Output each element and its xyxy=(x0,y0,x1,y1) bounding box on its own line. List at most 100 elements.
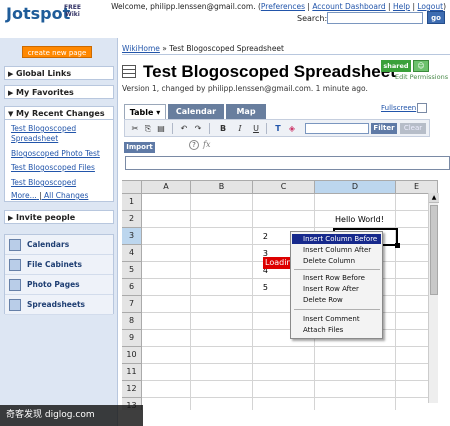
column-header-b[interactable]: B xyxy=(191,181,253,194)
vertical-scrollbar[interactable]: ▲ xyxy=(428,193,439,403)
breadcrumb: WikiHome » Test Blogoscoped Spreadsheet xyxy=(122,44,284,53)
formula-bar[interactable] xyxy=(125,156,450,170)
breadcrumb-home-link[interactable]: WikiHome xyxy=(122,44,160,53)
sidebar-item-spreadsheets[interactable]: Spreadsheets xyxy=(5,295,113,315)
cell-d2[interactable]: Hello World! xyxy=(335,215,384,224)
sidebar-section-label: My Favorites xyxy=(16,88,74,97)
edit-permissions-link[interactable]: Edit Permissions xyxy=(395,73,448,81)
spreadsheet-grid[interactable]: A B C D E 1 2 3 4 5 6 7 8 9 10 11 12 13 … xyxy=(122,180,438,410)
column-header-c[interactable]: C xyxy=(253,181,315,194)
undo-icon[interactable]: ↶ xyxy=(178,123,190,134)
toolbar-separator xyxy=(172,123,173,134)
row-header[interactable]: 1 xyxy=(122,194,142,211)
clear-button[interactable]: Clear xyxy=(400,123,426,134)
fill-handle[interactable] xyxy=(395,243,400,248)
grid-corner[interactable] xyxy=(122,181,142,194)
more-label[interactable]: More... xyxy=(11,191,37,200)
sidebar-item-label: Photo Pages xyxy=(27,280,80,289)
search-go-button[interactable]: go xyxy=(427,11,445,24)
row-header[interactable]: 6 xyxy=(122,279,142,296)
jotspot-logo[interactable]: Jotspot FREE Wiki xyxy=(6,4,81,30)
row-header[interactable]: 3 xyxy=(122,228,142,245)
column-header-a[interactable]: A xyxy=(142,181,191,194)
row-header[interactable]: 10 xyxy=(122,347,142,364)
account-dashboard-link[interactable]: Account Dashboard xyxy=(312,2,385,11)
sidebar-my-recent-changes[interactable]: ▼ My Recent Changes xyxy=(4,106,114,120)
search-input[interactable] xyxy=(327,12,423,24)
preferences-link[interactable]: Preferences xyxy=(261,2,305,11)
tab-table[interactable]: Table ▾ xyxy=(124,104,166,119)
cell-b6[interactable]: 5 xyxy=(260,283,268,292)
filter-button[interactable]: Filter xyxy=(371,123,397,134)
create-new-page-button[interactable]: create new page xyxy=(22,46,92,58)
page-root: Jotspot FREE Wiki Welcome, philipp.lenss… xyxy=(0,0,450,426)
sidebar-item-label: Calendars xyxy=(27,240,70,249)
row-header[interactable]: 4 xyxy=(122,245,142,262)
sidebar-section-label: Global Links xyxy=(16,69,72,78)
row-header[interactable]: 7 xyxy=(122,296,142,313)
menu-item-delete-row[interactable]: Delete Row xyxy=(292,295,381,305)
header: Jotspot FREE Wiki Welcome, philipp.lenss… xyxy=(0,0,450,38)
fill-color-icon[interactable]: ◈ xyxy=(286,123,298,134)
sidebar-item-photo-pages[interactable]: Photo Pages xyxy=(5,275,113,295)
recent-link[interactable]: Test Blogoscoped Files xyxy=(11,163,95,172)
menu-item-attach-files[interactable]: Attach Files xyxy=(292,325,381,335)
tab-map[interactable]: Map xyxy=(226,104,266,119)
column-header-d[interactable]: D xyxy=(315,181,396,194)
grid-line xyxy=(395,194,396,410)
scrollbar-thumb[interactable] xyxy=(430,205,438,295)
sidebar-my-favorites[interactable]: ▶ My Favorites xyxy=(4,85,114,99)
italic-button[interactable]: I xyxy=(234,123,246,134)
menu-item-insert-column-before[interactable]: Insert Column Before xyxy=(292,234,381,244)
menu-item-insert-column-after[interactable]: Insert Column After xyxy=(292,245,381,255)
menu-item-insert-comment[interactable]: Insert Comment xyxy=(292,314,381,324)
logout-link[interactable]: Logout xyxy=(417,2,443,11)
row-header[interactable]: 5 xyxy=(122,262,142,279)
all-changes-link[interactable]: All Changes xyxy=(44,191,88,200)
recent-link[interactable]: Test Blogoscoped xyxy=(11,124,76,133)
row-header[interactable]: 11 xyxy=(122,364,142,381)
cut-icon[interactable]: ✂ xyxy=(129,123,141,134)
breadcrumb-divider xyxy=(122,54,450,55)
menu-item-insert-row-after[interactable]: Insert Row After xyxy=(292,284,381,294)
cell-b3[interactable]: 2 xyxy=(260,232,268,241)
more-link: More... | All Changes xyxy=(11,191,88,200)
expand-arrow-icon: ▶ xyxy=(8,214,14,222)
sidebar-invite-people[interactable]: ▶ Invite people xyxy=(4,210,114,224)
row-header[interactable]: 8 xyxy=(122,313,142,330)
row-header[interactable]: 2 xyxy=(122,211,142,228)
bold-button[interactable]: B xyxy=(217,123,229,134)
fullscreen-link[interactable]: Fullscreen xyxy=(381,104,416,112)
sidebar-global-links[interactable]: ▶ Global Links xyxy=(4,66,114,80)
help-icon[interactable]: ? xyxy=(189,140,199,150)
sidebar-item-calendars[interactable]: Calendars xyxy=(5,235,113,255)
copy-icon[interactable]: ⎘ xyxy=(142,123,154,134)
menu-item-delete-column[interactable]: Delete Column xyxy=(292,256,381,266)
text-color-icon[interactable]: T xyxy=(272,123,284,134)
help-link[interactable]: Help xyxy=(393,2,410,11)
row-header[interactable]: 9 xyxy=(122,330,142,347)
paste-icon[interactable]: ▤ xyxy=(155,123,167,134)
menu-item-insert-row-before[interactable]: Insert Row Before xyxy=(292,273,381,283)
recent-link[interactable]: Spreadsheet xyxy=(11,134,58,143)
recent-link[interactable]: Test Blogoscoped xyxy=(11,178,76,187)
underline-button[interactable]: U xyxy=(250,123,262,134)
shared-badge[interactable]: shared xyxy=(381,60,411,72)
row-header[interactable]: 12 xyxy=(122,381,142,398)
tab-calendar[interactable]: Calendar xyxy=(168,104,224,119)
grid-line xyxy=(190,194,191,410)
redo-icon[interactable]: ↷ xyxy=(192,123,204,134)
filter-input[interactable] xyxy=(305,123,369,134)
toolbar-separator xyxy=(209,123,210,134)
import-button[interactable]: Import xyxy=(124,142,155,153)
sidebar-item-file-cabinets[interactable]: File Cabinets xyxy=(5,255,113,275)
recent-link[interactable]: Blogoscoped Photo Test xyxy=(11,149,100,158)
scroll-up-arrow-icon[interactable]: ▲ xyxy=(429,193,439,203)
logo-badge-line2: Wiki xyxy=(65,11,80,18)
spreadsheet-toolbar: ✂ ⎘ ▤ ↶ ↷ B I U T ◈ Filter Clear xyxy=(124,119,430,137)
recent-changes-list: Test Blogoscoped Spreadsheet Blogoscoped… xyxy=(4,120,114,202)
breadcrumb-current: Test Blogoscoped Spreadsheet xyxy=(169,44,284,53)
logo-badge: FREE Wiki xyxy=(64,4,81,18)
people-icon[interactable]: ☺ xyxy=(413,60,429,72)
fullscreen-icon[interactable] xyxy=(417,103,427,113)
